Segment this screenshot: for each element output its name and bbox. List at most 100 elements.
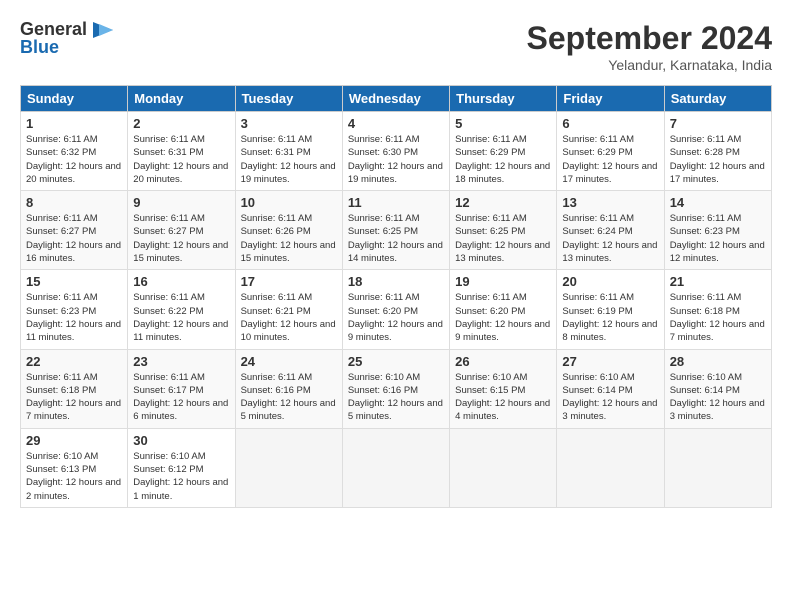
day-info: Sunrise: 6:11 AM Sunset: 6:18 PM Dayligh… [670,291,766,344]
day-info: Sunrise: 6:11 AM Sunset: 6:25 PM Dayligh… [348,212,444,265]
day-number: 17 [241,274,337,289]
col-thursday: Thursday [450,86,557,112]
day-number: 9 [133,195,229,210]
day-info: Sunrise: 6:11 AM Sunset: 6:31 PM Dayligh… [241,133,337,186]
sunset-text: Sunset: 6:30 PM [348,146,444,159]
calendar-cell: 17 Sunrise: 6:11 AM Sunset: 6:21 PM Dayl… [235,270,342,349]
sunset-text: Sunset: 6:23 PM [26,305,122,318]
daylight-text: Daylight: 12 hours and 11 minutes. [26,318,122,345]
sunrise-text: Sunrise: 6:11 AM [133,291,229,304]
sunrise-text: Sunrise: 6:11 AM [26,133,122,146]
calendar-cell: 2 Sunrise: 6:11 AM Sunset: 6:31 PM Dayli… [128,112,235,191]
daylight-text: Daylight: 12 hours and 13 minutes. [455,239,551,266]
sunrise-text: Sunrise: 6:11 AM [241,371,337,384]
week-row-3: 15 Sunrise: 6:11 AM Sunset: 6:23 PM Dayl… [21,270,772,349]
calendar-cell [664,428,771,507]
sunrise-text: Sunrise: 6:11 AM [241,291,337,304]
calendar-cell: 24 Sunrise: 6:11 AM Sunset: 6:16 PM Dayl… [235,349,342,428]
day-number: 7 [670,116,766,131]
daylight-text: Daylight: 12 hours and 20 minutes. [26,160,122,187]
day-info: Sunrise: 6:11 AM Sunset: 6:20 PM Dayligh… [348,291,444,344]
daylight-text: Daylight: 12 hours and 4 minutes. [455,397,551,424]
col-wednesday: Wednesday [342,86,449,112]
calendar-cell: 9 Sunrise: 6:11 AM Sunset: 6:27 PM Dayli… [128,191,235,270]
col-tuesday: Tuesday [235,86,342,112]
day-number: 27 [562,354,658,369]
sunrise-text: Sunrise: 6:11 AM [562,291,658,304]
daylight-text: Daylight: 12 hours and 1 minute. [133,476,229,503]
sunrise-text: Sunrise: 6:10 AM [670,371,766,384]
day-number: 26 [455,354,551,369]
day-info: Sunrise: 6:11 AM Sunset: 6:21 PM Dayligh… [241,291,337,344]
sunset-text: Sunset: 6:23 PM [670,225,766,238]
daylight-text: Daylight: 12 hours and 13 minutes. [562,239,658,266]
daylight-text: Daylight: 12 hours and 3 minutes. [562,397,658,424]
daylight-text: Daylight: 12 hours and 20 minutes. [133,160,229,187]
calendar-cell: 25 Sunrise: 6:10 AM Sunset: 6:16 PM Dayl… [342,349,449,428]
sunrise-text: Sunrise: 6:11 AM [455,291,551,304]
sunset-text: Sunset: 6:26 PM [241,225,337,238]
sunrise-text: Sunrise: 6:11 AM [241,212,337,225]
sunset-text: Sunset: 6:29 PM [455,146,551,159]
daylight-text: Daylight: 12 hours and 8 minutes. [562,318,658,345]
day-number: 16 [133,274,229,289]
day-number: 30 [133,433,229,448]
logo: General Blue [20,20,117,58]
day-number: 8 [26,195,122,210]
daylight-text: Daylight: 12 hours and 7 minutes. [26,397,122,424]
calendar-cell: 20 Sunrise: 6:11 AM Sunset: 6:19 PM Dayl… [557,270,664,349]
sunrise-text: Sunrise: 6:11 AM [26,291,122,304]
sunset-text: Sunset: 6:18 PM [670,305,766,318]
sunrise-text: Sunrise: 6:10 AM [133,450,229,463]
day-number: 3 [241,116,337,131]
day-info: Sunrise: 6:11 AM Sunset: 6:29 PM Dayligh… [562,133,658,186]
daylight-text: Daylight: 12 hours and 9 minutes. [348,318,444,345]
col-saturday: Saturday [664,86,771,112]
day-info: Sunrise: 6:11 AM Sunset: 6:19 PM Dayligh… [562,291,658,344]
day-info: Sunrise: 6:11 AM Sunset: 6:25 PM Dayligh… [455,212,551,265]
calendar-cell: 10 Sunrise: 6:11 AM Sunset: 6:26 PM Dayl… [235,191,342,270]
location: Yelandur, Karnataka, India [527,57,772,73]
day-info: Sunrise: 6:10 AM Sunset: 6:14 PM Dayligh… [562,371,658,424]
sunrise-text: Sunrise: 6:11 AM [133,212,229,225]
sunset-text: Sunset: 6:16 PM [241,384,337,397]
sunset-text: Sunset: 6:29 PM [562,146,658,159]
calendar-cell: 15 Sunrise: 6:11 AM Sunset: 6:23 PM Dayl… [21,270,128,349]
calendar-cell: 3 Sunrise: 6:11 AM Sunset: 6:31 PM Dayli… [235,112,342,191]
daylight-text: Daylight: 12 hours and 6 minutes. [133,397,229,424]
day-number: 25 [348,354,444,369]
sunrise-text: Sunrise: 6:11 AM [348,133,444,146]
daylight-text: Daylight: 12 hours and 10 minutes. [241,318,337,345]
day-number: 21 [670,274,766,289]
sunset-text: Sunset: 6:17 PM [133,384,229,397]
day-info: Sunrise: 6:10 AM Sunset: 6:16 PM Dayligh… [348,371,444,424]
calendar-cell [557,428,664,507]
month-title: September 2024 [527,20,772,57]
daylight-text: Daylight: 12 hours and 17 minutes. [670,160,766,187]
day-number: 28 [670,354,766,369]
sunrise-text: Sunrise: 6:11 AM [562,133,658,146]
sunrise-text: Sunrise: 6:11 AM [455,133,551,146]
day-number: 12 [455,195,551,210]
calendar-cell: 26 Sunrise: 6:10 AM Sunset: 6:15 PM Dayl… [450,349,557,428]
daylight-text: Daylight: 12 hours and 14 minutes. [348,239,444,266]
sunset-text: Sunset: 6:32 PM [26,146,122,159]
day-info: Sunrise: 6:10 AM Sunset: 6:12 PM Dayligh… [133,450,229,503]
daylight-text: Daylight: 12 hours and 5 minutes. [348,397,444,424]
day-info: Sunrise: 6:11 AM Sunset: 6:27 PM Dayligh… [133,212,229,265]
day-info: Sunrise: 6:10 AM Sunset: 6:13 PM Dayligh… [26,450,122,503]
calendar-header-row: Sunday Monday Tuesday Wednesday Thursday… [21,86,772,112]
daylight-text: Daylight: 12 hours and 16 minutes. [26,239,122,266]
sunrise-text: Sunrise: 6:11 AM [133,133,229,146]
sunset-text: Sunset: 6:16 PM [348,384,444,397]
day-info: Sunrise: 6:10 AM Sunset: 6:15 PM Dayligh… [455,371,551,424]
sunset-text: Sunset: 6:27 PM [133,225,229,238]
sunset-text: Sunset: 6:25 PM [455,225,551,238]
day-info: Sunrise: 6:11 AM Sunset: 6:29 PM Dayligh… [455,133,551,186]
day-info: Sunrise: 6:11 AM Sunset: 6:18 PM Dayligh… [26,371,122,424]
calendar-cell [235,428,342,507]
day-info: Sunrise: 6:11 AM Sunset: 6:26 PM Dayligh… [241,212,337,265]
page: General Blue September 2024 Yelandur, Ka… [0,0,792,612]
sunset-text: Sunset: 6:13 PM [26,463,122,476]
day-info: Sunrise: 6:11 AM Sunset: 6:22 PM Dayligh… [133,291,229,344]
